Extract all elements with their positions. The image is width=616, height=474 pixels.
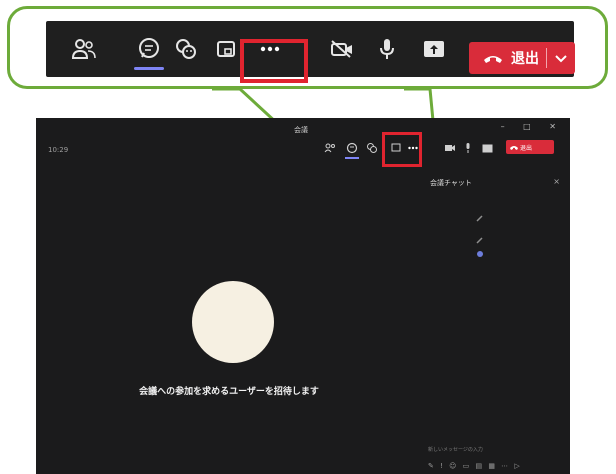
reactions-icon[interactable] <box>168 21 204 77</box>
reactions-icon-small[interactable] <box>366 140 378 156</box>
leave-divider <box>546 48 547 68</box>
more-actions-highlight <box>240 39 308 83</box>
chevron-down-icon[interactable] <box>555 53 567 63</box>
participant-avatar <box>192 281 274 363</box>
chat-panel-title: 会議チャット <box>430 179 472 187</box>
share-screen-icon[interactable] <box>416 21 452 77</box>
callout-frame: 退出 <box>7 6 608 89</box>
window-title: 会議 <box>294 126 308 134</box>
chat-message-input[interactable]: 新しいメッセージの入力 <box>428 446 554 456</box>
close-icon[interactable]: × <box>553 177 560 186</box>
phone-hangup-icon-small <box>510 146 518 150</box>
people-icon-small[interactable] <box>324 140 336 156</box>
leave-button-small[interactable]: 退出 <box>506 140 554 154</box>
active-tab-indicator <box>134 67 164 70</box>
pencil-icon <box>476 237 483 244</box>
leave-button[interactable]: 退出 <box>469 42 575 74</box>
leave-label-small: 退出 <box>520 144 533 152</box>
more-actions-highlight-small <box>382 132 422 167</box>
microphone-icon-small[interactable] <box>464 140 472 156</box>
chat-compose-tools[interactable]: ✎ ! ☺ ▭ ▤ ▦ ⋯ ▷ <box>428 462 522 470</box>
camera-off-icon-small[interactable] <box>444 140 456 156</box>
window-controls[interactable]: – □ ✕ <box>501 122 564 131</box>
chat-panel: 会議チャット × 新しいメッセージの入力 ✎ ! ☺ ▭ ▤ ▦ ⋯ ▷ <box>422 170 570 474</box>
chat-icon-small[interactable] <box>346 140 358 156</box>
phone-hangup-icon <box>484 56 502 63</box>
meeting-time: 10:29 <box>48 146 69 154</box>
breakout-rooms-icon[interactable] <box>208 21 244 77</box>
camera-off-icon[interactable] <box>324 21 360 77</box>
invite-message: 会議への参加を求めるユーザーを招待します <box>139 387 319 397</box>
meeting-window: 会議 – □ ✕ 10:29 退出 会議チャット × 新しいメッセージの入力 ✎… <box>36 118 570 474</box>
share-screen-icon-small[interactable] <box>482 140 493 156</box>
people-icon[interactable] <box>66 21 102 77</box>
microphone-icon[interactable] <box>370 21 404 77</box>
pencil-icon <box>476 215 483 222</box>
active-tab-indicator-small <box>345 157 359 159</box>
avatar-icon <box>477 251 483 257</box>
leave-label: 退出 <box>511 51 539 67</box>
